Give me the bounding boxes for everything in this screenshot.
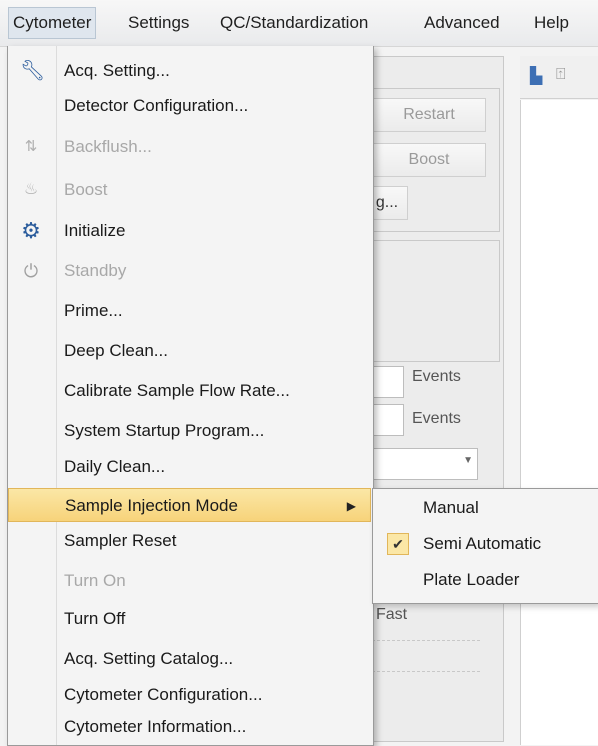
events-label-1: Events: [412, 368, 461, 385]
submenu-item-label: Plate Loader: [423, 570, 520, 589]
chevron-down-icon: ▼: [463, 455, 473, 466]
menu-item-turn-off[interactable]: Turn Off: [8, 602, 371, 636]
wrench-icon: 🔧︎: [20, 60, 46, 82]
menu-item-initialize[interactable]: ⚙ Initialize: [8, 214, 371, 248]
submenu-item-manual[interactable]: Manual: [373, 491, 598, 525]
speed-fast-label: Fast: [376, 606, 408, 623]
speed-slider[interactable]: [372, 640, 480, 672]
chart-icon[interactable]: ▙: [530, 66, 542, 86]
power-icon: ⏻: [23, 261, 39, 281]
boost-label: Boost: [408, 151, 450, 168]
menu-item-prime[interactable]: Prime...: [8, 294, 371, 328]
boost-button[interactable]: Boost: [372, 143, 486, 177]
menu-item-label: Daily Clean...: [64, 457, 166, 476]
menu-item-label: Standby: [64, 261, 127, 280]
sample-injection-submenu: Manual ✔ Semi Automatic Plate Loader: [372, 488, 598, 604]
menu-item-label: Turn Off: [64, 609, 126, 628]
menu-settings[interactable]: Settings: [124, 8, 193, 38]
menu-bar: Cytometer Settings QC/Standardization Ad…: [0, 0, 598, 47]
menu-item-label: System Startup Program...: [64, 421, 265, 440]
events-label-2: Events: [412, 410, 461, 427]
menu-item-label: Prime...: [64, 301, 123, 320]
submenu-item-plate-loader[interactable]: Plate Loader: [373, 563, 598, 597]
menu-item-daily-clean[interactable]: Daily Clean...: [8, 450, 371, 484]
menu-item-label: Sample Injection Mode: [65, 496, 238, 515]
checkmark-icon: ✔: [387, 533, 409, 555]
submenu-item-label: Semi Automatic: [423, 534, 542, 553]
menu-item-label: Cytometer Information...: [64, 717, 247, 736]
menu-help[interactable]: Help: [530, 8, 573, 38]
menu-item-label: Deep Clean...: [64, 341, 168, 360]
submenu-item-label: Manual: [423, 498, 479, 517]
toolbar-strip: ▙ ⍐: [520, 56, 598, 99]
menu-item-deep-clean[interactable]: Deep Clean...: [8, 334, 371, 368]
submenu-arrow-icon: ▶: [346, 499, 356, 513]
menu-item-label: Sampler Reset: [64, 531, 177, 550]
restart-label: Restart: [403, 106, 455, 123]
events-input-2[interactable]: [372, 404, 404, 436]
dropdown-select[interactable]: ▼: [372, 448, 478, 480]
menu-cytometer[interactable]: Cytometer: [8, 7, 97, 39]
export-icon[interactable]: ⍐: [556, 66, 566, 84]
menu-item-label: Boost: [64, 180, 108, 199]
menu-item-cytometer-information[interactable]: Cytometer Information...: [8, 710, 371, 744]
menu-item-label: Detector Configuration...: [64, 96, 249, 115]
menu-item-backflush: ⇅ Backflush...: [8, 130, 371, 164]
menu-item-label: Initialize: [64, 221, 126, 240]
boost-icon: ♨: [23, 181, 39, 198]
menu-item-system-startup-program[interactable]: System Startup Program...: [8, 414, 371, 448]
menu-item-label: Calibrate Sample Flow Rate...: [64, 381, 290, 400]
menu-item-acq-setting[interactable]: 🔧︎ Acq. Setting...: [8, 54, 371, 88]
gear-icon: ⚙: [21, 218, 41, 243]
menu-item-sampler-reset[interactable]: Sampler Reset: [8, 524, 371, 558]
menu-item-turn-on: Turn On: [8, 564, 371, 598]
menu-item-detector-configuration[interactable]: Detector Configuration...: [8, 89, 371, 123]
menu-item-label: Acq. Setting Catalog...: [64, 649, 234, 668]
cytometer-menu: 🔧︎ Acq. Setting... Detector Configuratio…: [7, 46, 374, 746]
menu-item-label: Acq. Setting...: [64, 61, 170, 80]
menu-advanced[interactable]: Advanced: [420, 8, 504, 38]
restart-button[interactable]: Restart: [372, 98, 486, 132]
menu-item-label: Backflush...: [64, 137, 152, 156]
events-input-1[interactable]: [372, 366, 404, 398]
menu-item-cytometer-configuration[interactable]: Cytometer Configuration...: [8, 678, 371, 712]
truncated-button-label: g...: [375, 194, 399, 211]
menu-item-calibrate-sample-flow-rate[interactable]: Calibrate Sample Flow Rate...: [8, 374, 371, 408]
menu-item-boost: ♨ Boost: [8, 173, 371, 207]
menu-item-standby: ⏻ Standby: [8, 254, 371, 288]
menu-item-label: Cytometer Configuration...: [64, 685, 263, 704]
submenu-item-semi-automatic[interactable]: ✔ Semi Automatic: [373, 527, 598, 561]
menu-item-acq-setting-catalog[interactable]: Acq. Setting Catalog...: [8, 642, 371, 676]
plot-area: [520, 100, 598, 745]
menu-item-sample-injection-mode[interactable]: Sample Injection Mode ▶: [8, 488, 371, 522]
menu-item-label: Turn On: [64, 571, 126, 590]
backflush-icon: ⇅: [24, 138, 38, 155]
menu-qc-standardization[interactable]: QC/Standardization: [216, 8, 372, 38]
